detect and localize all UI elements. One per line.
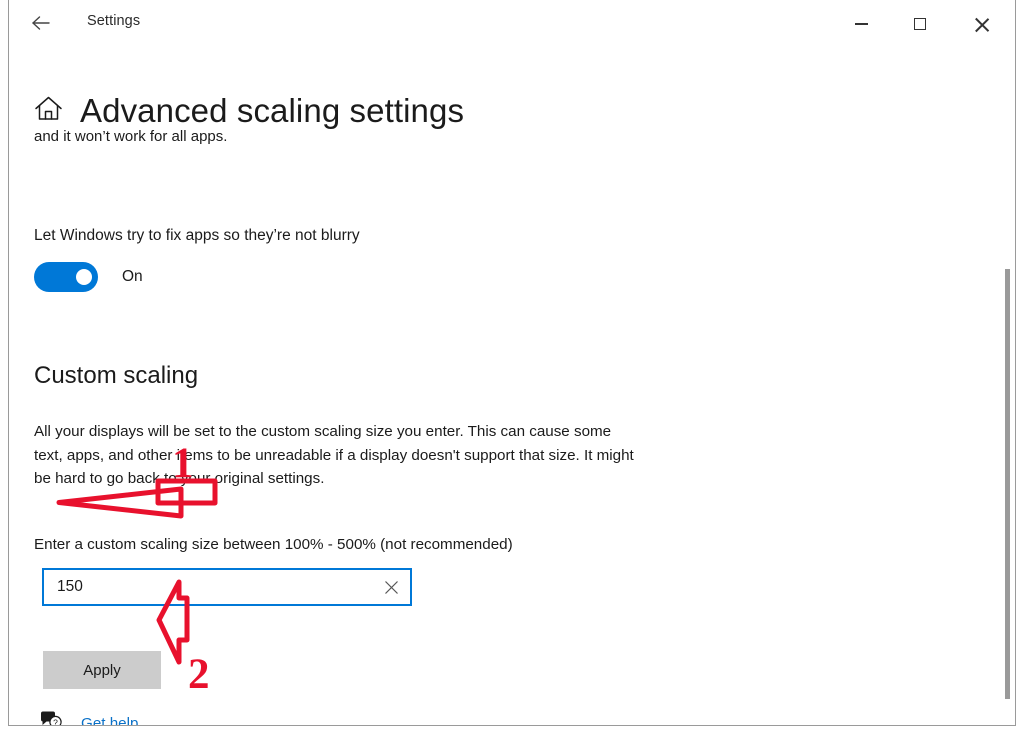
fix-apps-toggle-row: On xyxy=(34,262,143,292)
fix-apps-toggle[interactable] xyxy=(34,262,98,292)
minimize-button[interactable] xyxy=(838,8,884,40)
clear-input-icon[interactable] xyxy=(372,570,410,604)
settings-window: Settings Advanced scaling settings and i… xyxy=(8,0,1016,726)
app-title: Settings xyxy=(87,13,141,29)
maximize-button[interactable] xyxy=(897,8,943,40)
svg-text:?: ? xyxy=(53,717,58,726)
custom-scaling-description: All your displays will be set to the cus… xyxy=(34,423,634,488)
custom-scaling-input-wrapper xyxy=(42,568,412,606)
intro-text: and it won’t work for all apps. xyxy=(34,128,228,145)
scrollbar-thumb[interactable] xyxy=(1005,269,1010,699)
custom-scaling-input-label: Enter a custom scaling size between 100%… xyxy=(34,536,513,553)
toggle-knob xyxy=(76,269,92,285)
close-button[interactable] xyxy=(959,8,1005,40)
custom-scaling-heading: Custom scaling xyxy=(34,361,199,389)
get-help-label: Get help xyxy=(81,715,139,726)
maximize-icon xyxy=(914,18,926,30)
page-title: Advanced scaling settings xyxy=(80,92,465,130)
home-icon[interactable] xyxy=(33,94,64,128)
minimize-icon xyxy=(854,23,868,25)
fix-apps-label: Let Windows try to fix apps so they’re n… xyxy=(34,227,360,244)
toggle-state-label: On xyxy=(122,268,143,285)
custom-scaling-input[interactable] xyxy=(44,570,372,604)
back-arrow-icon xyxy=(30,14,52,32)
scrollbar-track[interactable] xyxy=(1003,47,1012,725)
page-content: Advanced scaling settings and it won’t w… xyxy=(9,47,1015,725)
close-icon xyxy=(974,16,990,32)
apply-button[interactable]: Apply xyxy=(43,651,161,689)
title-bar: Settings xyxy=(9,0,1015,47)
speech-bubble-question-icon: ? xyxy=(39,710,65,726)
back-button[interactable] xyxy=(21,6,61,40)
get-help-link[interactable]: ? Get help xyxy=(39,710,139,726)
